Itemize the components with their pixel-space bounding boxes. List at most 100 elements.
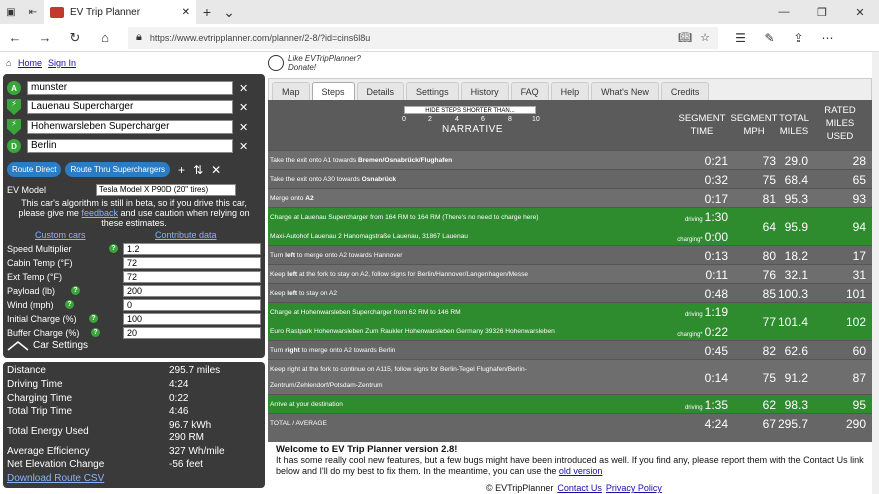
car-settings-toggle[interactable]: Car Settings [7,340,88,351]
home-link-icon[interactable]: ⌂ [6,58,16,68]
help-icon[interactable]: ? [109,244,118,253]
set-aside-tabs-icon[interactable]: ⇤ [22,0,44,24]
close-tab-icon[interactable]: ✕ [182,7,190,18]
segment-time: 4:24 [704,416,728,431]
footer: © EVTripPlanner Contact Us Privacy Policy [486,483,662,493]
rated-miles-used: 60 [852,343,866,358]
buffer-charge-input[interactable]: 20 [123,326,261,339]
waypoint-input[interactable]: munster [27,81,233,95]
supercharger-marker-icon: ⚡ [7,99,21,115]
segment-time: 0:11 [705,267,728,282]
remove-waypoint-icon[interactable]: ✕ [239,121,248,134]
route-buttons: Route Direct Route Thru Superchargers + … [7,162,221,177]
contribute-data-link[interactable]: Contribute data [155,230,217,240]
reverse-route-icon[interactable]: ⇅ [193,163,203,177]
tab-list-chevron-icon[interactable]: ⌄ [218,4,240,21]
ev-model-select[interactable]: Tesla Model X P90D (20" tires) [96,184,237,196]
payload-input[interactable]: 200 [123,284,261,297]
segment-mph: 80 [762,248,776,263]
cabin-temp-input[interactable]: 72 [123,256,261,269]
clear-route-icon[interactable]: ✕ [211,163,221,177]
promo-line: Like EVTripPlanner? [288,54,361,63]
wind-input[interactable]: 0 [123,298,261,311]
rated-miles-used: 17 [852,248,866,263]
new-tab-icon[interactable]: + [196,4,218,20]
old-version-link[interactable]: old version [559,466,603,476]
segment-time: driving 1:19 [685,305,728,319]
add-waypoint-icon[interactable]: + [178,163,185,177]
home-icon[interactable]: ⌂ [90,30,120,45]
sign-in-link[interactable]: Sign In [48,58,76,68]
waypoint-input[interactable]: Berlin [27,139,233,153]
tab-map[interactable]: Map [272,82,310,101]
share-icon[interactable]: ⇪ [784,31,813,45]
hub-icon[interactable]: ☰ [726,31,755,45]
custom-cars-link[interactable]: Custom cars [35,230,86,240]
step-row: TOTAL / AVERAGE 4:24 67 295.7 290 [268,413,872,432]
tab-help[interactable]: Help [550,82,590,101]
segment-time: 0:32 [704,172,728,187]
step-row: Merge onto A2 0:17 81 95.3 93 [268,188,872,207]
home-link[interactable]: Home [18,58,42,68]
promo-line: Donate! [288,63,317,72]
step-text: Euro Rastpark Hohenwarsleben Zum Raukler… [270,328,555,335]
more-icon[interactable]: ⋯ [813,31,842,45]
waypoint-input[interactable]: Hohenwarsleben Supercharger [27,120,233,134]
remove-waypoint-icon[interactable]: ✕ [239,140,248,153]
notes-icon[interactable]: ✎ [755,31,784,45]
param-label: Wind (mph) [7,299,54,310]
tab-settings[interactable]: Settings [406,82,459,101]
help-icon[interactable]: ? [89,314,98,323]
waypoint-input[interactable]: Lauenau Supercharger [27,100,233,114]
close-window-icon[interactable]: ✕ [841,6,879,19]
help-icon[interactable]: ? [71,286,80,295]
reading-view-icon[interactable]: 📖︎ [678,31,692,44]
route-thru-superchargers-button[interactable]: Route Thru Superchargers [65,162,171,177]
step-text-part: Turn [270,252,286,259]
ev-model-row: EV Model Tesla Model X P90D (20" tires) [7,184,237,196]
tab-history[interactable]: History [460,82,509,101]
url-field[interactable]: 🔒︎ https://www.evtripplanner.com/planner… [128,26,718,49]
tab-steps[interactable]: Steps [311,82,355,101]
feedback-link[interactable]: feedback [81,208,118,218]
step-text: Merge onto A2 [270,191,314,206]
tab-actions-icon[interactable]: ▣ [0,0,22,24]
browser-tab[interactable]: EV Trip Planner ✕ [44,0,196,24]
segment-time: 0:21 [704,153,728,168]
step-text-part: to stay on A2 [297,290,338,297]
help-icon[interactable]: ? [65,300,74,309]
summary-label: Net Elevation Change [7,459,105,470]
donate-promo[interactable]: Like EVTripPlanner? Donate! [268,54,361,72]
tab-details[interactable]: Details [356,82,405,101]
speed-multiplier-input[interactable]: 1.2 [123,242,261,255]
favorite-star-icon[interactable]: ☆ [700,31,710,44]
rated-miles-used: 87 [852,370,866,385]
download-csv-link[interactable]: Download Route CSV [7,473,104,484]
initial-charge-input[interactable]: 100 [123,312,261,325]
back-icon[interactable]: ← [0,30,30,45]
help-icon[interactable]: ? [91,328,100,337]
remove-waypoint-icon[interactable]: ✕ [239,101,248,114]
tab-faq[interactable]: FAQ [510,82,549,101]
step-text: Keep left to stay on A2 [270,286,337,301]
privacy-policy-link[interactable]: Privacy Policy [606,483,662,493]
tab-whats-new[interactable]: What's New [591,82,659,101]
route-direct-button[interactable]: Route Direct [7,162,62,177]
tab-title: EV Trip Planner [70,6,141,18]
restore-icon[interactable]: ❐ [803,6,841,19]
page-scrollbar[interactable] [872,52,879,494]
remove-waypoint-icon[interactable]: ✕ [239,82,248,95]
forward-icon[interactable]: → [30,30,60,45]
total-miles: 100.3 [777,286,808,301]
tab-credits[interactable]: Credits [660,82,710,101]
hide-steps-slider[interactable]: HIDE STEPS SHORTER THAN... [404,106,536,114]
total-miles: 32.1 [784,267,808,282]
segment-time: 0:45 [704,343,728,358]
contact-us-link[interactable]: Contact Us [557,483,602,493]
segment-mph: 82 [762,343,776,358]
ext-temp-input[interactable]: 72 [123,270,261,283]
minimize-icon[interactable]: — [765,6,803,19]
segment-mph: 62 [762,397,776,412]
refresh-icon[interactable]: ↻ [60,30,90,46]
step-text-bold: Bremen/Osnabrück/Flughafen [357,157,453,164]
